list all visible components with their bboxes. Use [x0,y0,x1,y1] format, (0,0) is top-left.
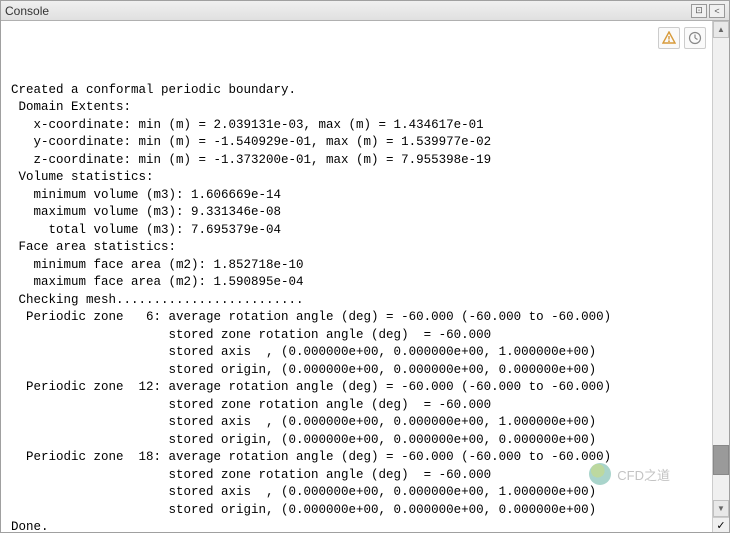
warning-icon [662,31,676,45]
scroll-up-arrow[interactable]: ▲ [713,21,729,38]
titlebar-title: Console [5,4,691,18]
console-panel: Console ⊡ < [0,0,730,533]
titlebar-controls: ⊡ < [691,4,725,18]
warning-button[interactable] [658,27,680,49]
watermark-logo [589,463,611,485]
console-output[interactable]: Created a conformal periodic boundary. D… [1,21,712,532]
pin-button[interactable]: ⊡ [691,4,707,18]
scroll-track[interactable] [713,38,729,500]
vertical-scrollbar[interactable]: ▲ ▼ ✓ [712,21,729,532]
watermark-text: CFD之道 [617,465,670,484]
collapse-button[interactable]: < [709,4,725,18]
watermark: CFD之道 [589,463,670,485]
scroll-down-arrow[interactable]: ▼ [713,500,729,517]
content-wrap: Created a conformal periodic boundary. D… [1,21,729,532]
scroll-autoscroll-check[interactable]: ✓ [713,517,729,532]
clock-icon [688,31,702,45]
console-toolbar [658,27,706,49]
clock-button[interactable] [684,27,706,49]
titlebar: Console ⊡ < [1,1,729,21]
scroll-thumb[interactable] [713,445,729,475]
